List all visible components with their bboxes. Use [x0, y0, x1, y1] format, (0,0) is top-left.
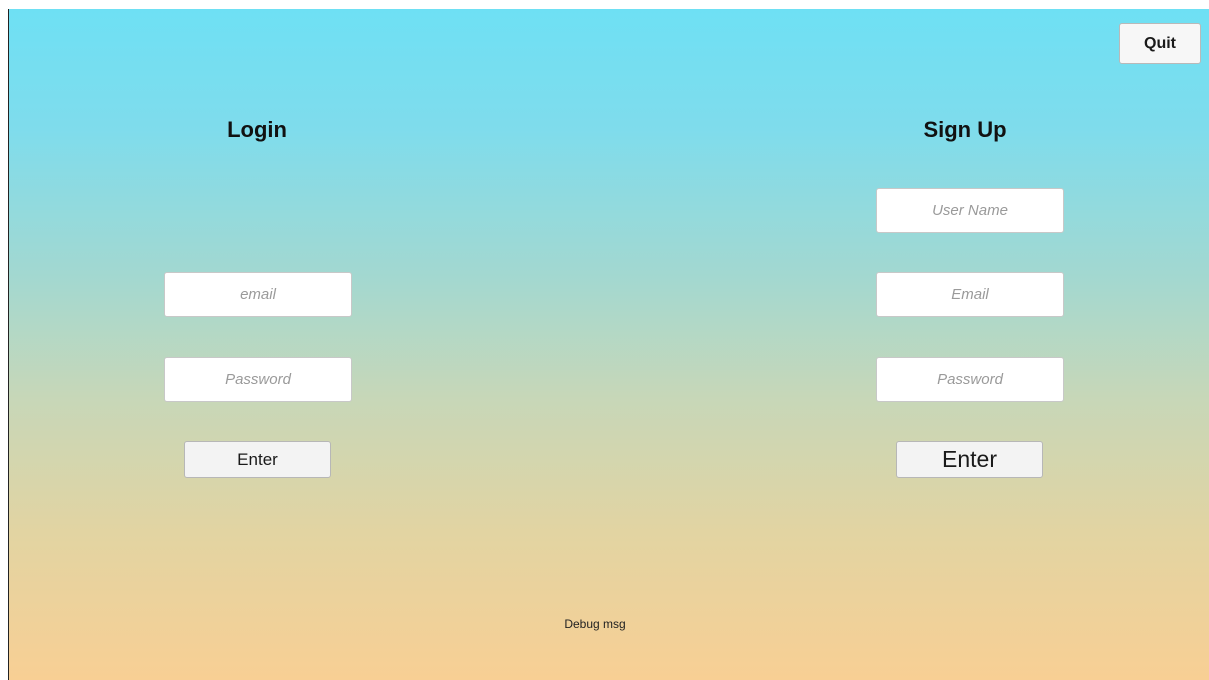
signup-password-input[interactable]	[876, 357, 1064, 402]
login-panel: Login	[157, 117, 357, 143]
login-enter-button[interactable]: Enter	[184, 441, 331, 478]
signup-title: Sign Up	[923, 117, 1007, 142]
signup-enter-button[interactable]: Enter	[896, 441, 1043, 478]
signup-username-input[interactable]	[876, 188, 1064, 233]
login-email-input[interactable]	[164, 272, 352, 317]
login-password-input[interactable]	[164, 357, 352, 402]
game-viewport: Quit Login Enter Sign Up Enter Debug msg	[8, 9, 1209, 680]
quit-button[interactable]: Quit	[1119, 23, 1201, 64]
login-title: Login	[227, 117, 287, 142]
signup-email-input[interactable]	[876, 272, 1064, 317]
signup-panel: Sign Up	[865, 117, 1065, 143]
debug-message: Debug msg	[564, 617, 626, 631]
